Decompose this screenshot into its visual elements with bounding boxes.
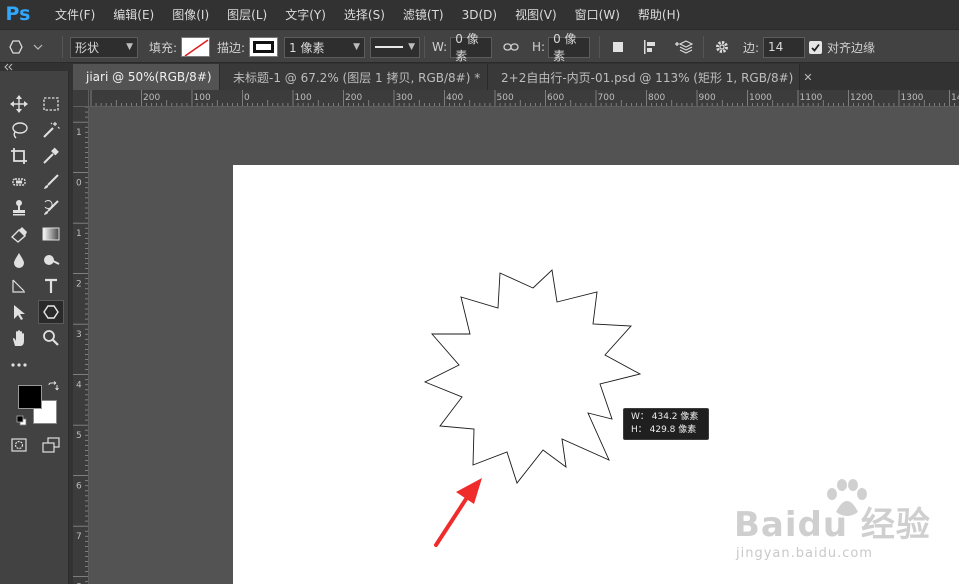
watermark-brand: Baidu 经验 <box>734 505 931 545</box>
watermark: Baidu 经验 jingyan.baidu.com <box>730 478 940 573</box>
red-arrow-icon <box>434 478 482 547</box>
watermark-url: jingyan.baidu.com <box>736 546 873 561</box>
